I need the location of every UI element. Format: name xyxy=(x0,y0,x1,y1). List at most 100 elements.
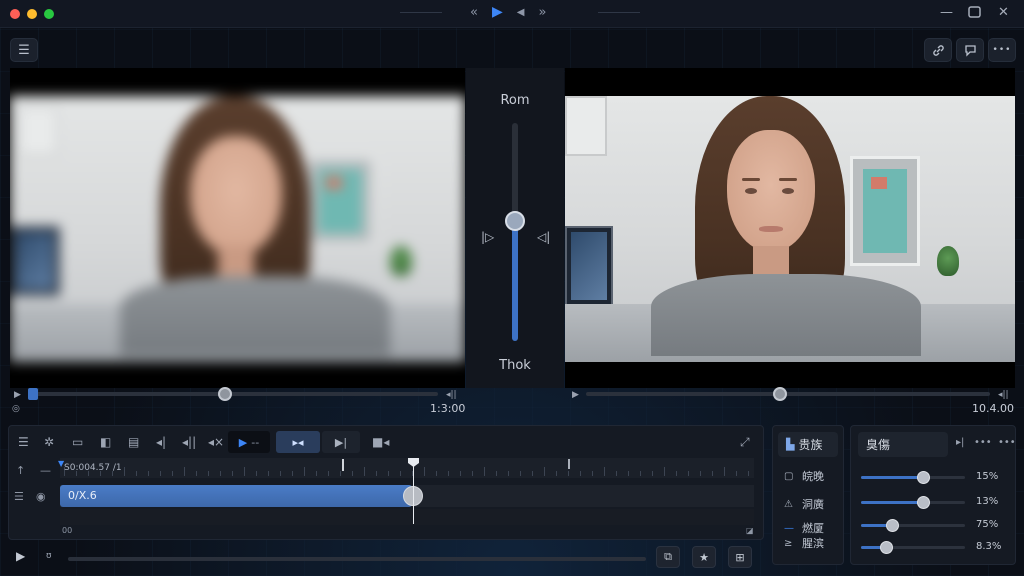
grid-button[interactable]: ⊞ xyxy=(728,546,752,568)
asset-item[interactable]: ⚠ 洞廣 xyxy=(784,496,824,512)
property-slider-value: 13% xyxy=(976,496,999,507)
audio-down-icon[interactable]: ◂|| xyxy=(182,435,196,449)
ruler-tick xyxy=(388,471,389,476)
eye-icon[interactable]: ◉ xyxy=(36,490,46,503)
ruler-tick xyxy=(664,467,665,476)
ruler-tick xyxy=(616,471,617,476)
close-icon[interactable]: ✕ xyxy=(998,5,1009,20)
clip-start-label: 00 xyxy=(62,526,73,535)
property-slider-value: 75% xyxy=(976,519,999,530)
ruler-tick xyxy=(592,471,593,476)
play-icon[interactable]: ▶ xyxy=(492,4,503,20)
comment-button[interactable] xyxy=(956,38,984,62)
video-clip[interactable]: 0/Х.6 xyxy=(60,485,412,507)
restore-icon[interactable] xyxy=(968,6,981,22)
loop-small-icon[interactable]: ◎ xyxy=(12,404,20,414)
volume-small-icon[interactable]: ◂|| xyxy=(998,390,1009,400)
ruler-tick xyxy=(160,471,161,476)
audio-icon[interactable]: ◂| xyxy=(156,435,166,449)
copy-button[interactable]: ⧉ xyxy=(656,546,680,568)
play-icon[interactable]: ▶ xyxy=(16,549,25,563)
compare-slider-fill xyxy=(512,221,518,341)
compare-bottom-label: Thok xyxy=(499,358,531,373)
volume-small-icon[interactable]: ◂|| xyxy=(446,390,457,400)
audio-track[interactable] xyxy=(60,509,754,525)
timeline-play-button[interactable]: ▶ -- xyxy=(228,431,270,453)
minimize-icon[interactable]: — xyxy=(940,5,953,20)
compare-slider-knob[interactable] xyxy=(505,211,525,232)
play-small-icon[interactable]: ▶ xyxy=(572,390,579,400)
ruler-tick xyxy=(400,471,401,476)
ruler-tick xyxy=(184,467,185,476)
marker[interactable] xyxy=(342,459,344,471)
fullscreen-icon[interactable]: ⤢ xyxy=(740,435,750,450)
property-slider-knob[interactable] xyxy=(879,541,893,554)
assets-header[interactable]: ▙ 贵族 xyxy=(778,432,838,457)
frame-icon[interactable]: ▭ xyxy=(72,435,83,449)
collapse-icon[interactable]: ▸| xyxy=(956,437,964,448)
step-right-icon[interactable]: |▷ xyxy=(481,230,494,244)
right-scrub-track[interactable] xyxy=(586,392,990,396)
ruler-tick xyxy=(712,471,713,476)
ruler-timecode: S0:004.57 /1 xyxy=(64,463,122,473)
star-icon: ★ xyxy=(699,550,709,564)
mute-icon[interactable]: ◂× xyxy=(208,435,224,449)
property-slider-value: 15% xyxy=(976,471,999,482)
favorite-button[interactable]: ★ xyxy=(692,546,716,568)
ruler-tick xyxy=(448,471,449,476)
play-icon: ▶ xyxy=(238,435,248,449)
ruler-tick xyxy=(328,471,329,476)
more-icon[interactable]: ••• xyxy=(974,437,992,448)
more-button[interactable]: ••• xyxy=(988,38,1016,62)
left-scrub-knob[interactable] xyxy=(217,387,232,401)
play-small-icon[interactable]: ▶ xyxy=(14,390,21,400)
settings-icon[interactable]: ✲ xyxy=(44,435,54,449)
right-scrub-knob[interactable] xyxy=(772,387,787,401)
ruler-tick xyxy=(244,467,245,476)
property-slider-fill xyxy=(861,476,924,479)
left-timecode: 1:3:00 xyxy=(430,402,466,415)
filter-icon[interactable]: ☰ xyxy=(14,490,24,503)
dash-icon: — xyxy=(40,464,51,477)
step-back-icon[interactable]: ◀ xyxy=(517,7,525,18)
rewind-icon[interactable]: « xyxy=(470,5,478,20)
bowtie-mode-button[interactable]: ▸◂ xyxy=(276,431,320,453)
asset-item[interactable]: ≥ 腥滨 xyxy=(784,535,824,551)
left-video-preview[interactable] xyxy=(10,68,465,388)
left-in-marker[interactable] xyxy=(28,388,38,400)
more-icon[interactable]: ••• xyxy=(998,437,1016,448)
zoom-window-button[interactable] xyxy=(44,9,54,19)
close-window-button[interactable] xyxy=(10,9,20,19)
ruler-tick xyxy=(256,471,257,476)
caption-icon[interactable]: ▤ xyxy=(128,435,139,449)
arrow-up-icon[interactable]: ↑ xyxy=(16,464,25,477)
playhead[interactable] xyxy=(413,464,414,524)
left-scrub-track[interactable] xyxy=(28,392,438,396)
marker[interactable] xyxy=(568,459,570,469)
timeline-ruler[interactable] xyxy=(60,458,754,478)
link-icon xyxy=(932,44,944,56)
skip-forward-button[interactable]: ▶| xyxy=(322,431,360,453)
ruler-tick xyxy=(220,471,221,476)
asset-item[interactable]: — 燃厦 xyxy=(784,520,824,536)
ruler-tick xyxy=(268,471,269,476)
right-video-preview[interactable] xyxy=(565,68,1015,388)
corner-handle-icon[interactable]: ◪ xyxy=(746,526,754,535)
speed-icon[interactable]: ʊ xyxy=(46,551,52,561)
menu-button[interactable]: ☰ xyxy=(10,38,38,62)
properties-header[interactable]: 臭傷 xyxy=(858,432,948,457)
transport-track[interactable] xyxy=(68,557,646,561)
forward-icon[interactable]: » xyxy=(538,5,546,20)
step-left-icon[interactable]: ◁| xyxy=(537,230,550,244)
minimize-window-button[interactable] xyxy=(27,9,37,19)
link-button[interactable] xyxy=(924,38,952,62)
sharp-portrait-frame xyxy=(565,96,1015,362)
ruler-tick xyxy=(724,467,725,476)
asset-item[interactable]: ▢ 皖晚 xyxy=(784,468,824,484)
ruler-tick xyxy=(580,471,581,476)
ruler-tick xyxy=(532,471,533,476)
list-icon[interactable]: ☰ xyxy=(18,435,29,449)
ruler-tick xyxy=(748,471,749,476)
camera-icon[interactable]: ■◂ xyxy=(372,435,389,449)
split-view-icon[interactable]: ◧ xyxy=(100,435,111,449)
